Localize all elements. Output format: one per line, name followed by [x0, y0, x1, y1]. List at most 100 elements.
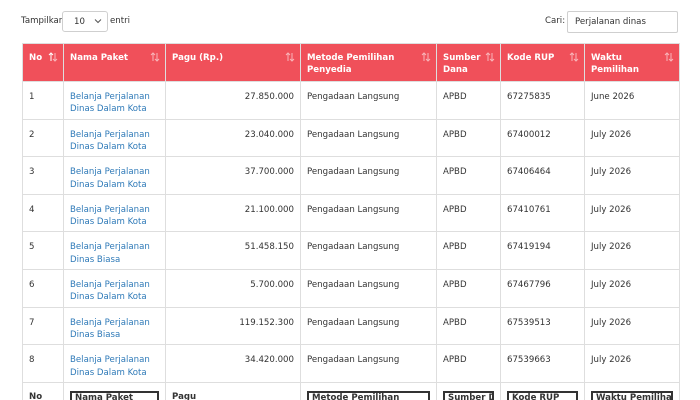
package-link[interactable]: Belanja Perjalanan Dinas Dalam Kota [70, 280, 150, 302]
table-row: 2 Belanja Perjalanan Dinas Dalam Kota 23.0… [22, 118, 680, 158]
sort-arrows-icon [285, 52, 295, 62]
cell-metode: Pengadaan Langsung [300, 306, 437, 346]
column-label: No [29, 53, 43, 63]
cell-sumber-dana: APBD [436, 118, 501, 158]
cell-sumber-dana: APBD [436, 306, 501, 346]
package-link[interactable]: Belanja Perjalanan Dinas Dalam Kota [70, 205, 150, 227]
cell-kode-rup: 67539663 [500, 344, 585, 383]
table-row: 5 Belanja Perjalanan Dinas Biasa 51.458.15… [22, 231, 680, 270]
cell-no: 3 [22, 156, 64, 195]
search-input[interactable] [567, 11, 678, 33]
cell-nama-paket: Belanja Perjalanan Dinas Biasa [63, 306, 166, 346]
cell-no: 5 [22, 231, 64, 270]
package-link[interactable]: Belanja Perjalanan Dinas Dalam Kota [70, 92, 150, 114]
cell-nama-paket: Belanja Perjalanan Dinas Dalam Kota [63, 193, 166, 233]
column-header-no[interactable]: No [22, 43, 64, 82]
cell-nama-paket: Belanja Perjalanan Dinas Dalam Kota [63, 268, 166, 308]
cell-sumber-dana: APBD [436, 156, 501, 195]
cell-no: 7 [22, 306, 64, 346]
column-label: Kode RUP [507, 53, 555, 63]
cell-waktu: July 2026 [584, 156, 680, 195]
cell-no: 8 [22, 344, 64, 383]
cell-metode: Pengadaan Langsung [300, 344, 437, 383]
cell-metode: Pengadaan Langsung [300, 118, 437, 158]
cell-metode: Pengadaan Langsung [300, 268, 437, 308]
length-label: Tampilkan [21, 16, 65, 26]
column-header-metode[interactable]: Metode Pemilihan Penyedia [300, 43, 437, 82]
column-label: Sumber Dana [443, 53, 481, 75]
sort-asc-icon [48, 52, 58, 62]
package-link[interactable]: Belanja Perjalanan Dinas Dalam Kota [70, 355, 150, 377]
package-link[interactable]: Belanja Perjalanan Dinas Biasa [70, 242, 150, 264]
package-link[interactable]: Belanja Perjalanan Dinas Dalam Kota [70, 167, 150, 189]
table-row: 6 Belanja Perjalanan Dinas Dalam Kota 5.70… [22, 268, 680, 308]
cell-no: 2 [22, 118, 64, 158]
filter-sumber-dana[interactable]: Sumber Dana [443, 390, 494, 400]
table-header-row: No Nama Paket Pagu (Rp.) Metode Pemiliha… [22, 43, 680, 82]
table-row: 4 Belanja Perjalanan Dinas Dalam Kota 21.1… [22, 193, 680, 233]
filter-nama-paket[interactable]: Nama Paket [70, 390, 159, 400]
footer-metode-cell: Metode Pemilihan [300, 381, 437, 400]
cell-waktu: July 2026 [584, 118, 680, 158]
cell-nama-paket: Belanja Perjalanan Dinas Dalam Kota [63, 118, 166, 158]
table-row: 7 Belanja Perjalanan Dinas Biasa 119.152.3… [22, 306, 680, 346]
footer-waktu-cell: Waktu Pemilihan [584, 381, 680, 400]
cell-nama-paket: Belanja Perjalanan Dinas Dalam Kota [63, 344, 166, 383]
cell-kode-rup: 67539513 [500, 306, 585, 346]
filter-waktu[interactable]: Waktu Pemilihan [591, 390, 673, 400]
footer-no: No [22, 381, 64, 400]
table-row: 3 Belanja Perjalanan Dinas Dalam Kota 37.7… [22, 156, 680, 195]
cell-sumber-dana: APBD [436, 193, 501, 233]
column-label: Pagu (Rp.) [172, 53, 224, 63]
cell-metode: Pengadaan Langsung [300, 231, 437, 270]
cell-sumber-dana: APBD [436, 268, 501, 308]
footer-pagu: Pagu [165, 381, 301, 400]
sort-arrows-icon [569, 52, 579, 62]
cell-nama-paket: Belanja Perjalanan Dinas Dalam Kota [63, 81, 166, 120]
cell-kode-rup: 67419194 [500, 231, 585, 270]
sort-arrows-icon [664, 52, 674, 62]
column-header-waktu[interactable]: Waktu Pemilihan [584, 43, 680, 82]
table-row: 8 Belanja Perjalanan Dinas Dalam Kota 34.4… [22, 344, 680, 383]
cell-kode-rup: 67400012 [500, 118, 585, 158]
column-header-pagu[interactable]: Pagu (Rp.) [165, 43, 301, 82]
cell-waktu: July 2026 [584, 231, 680, 270]
page-length-value: 10 [74, 17, 85, 27]
table-footer-row: No Nama Paket Pagu Metode Pemilihan Sumb… [22, 381, 680, 400]
cell-waktu: July 2026 [584, 268, 680, 308]
cell-metode: Pengadaan Langsung [300, 193, 437, 233]
cell-metode: Pengadaan Langsung [300, 156, 437, 195]
cell-pagu: 5.700.000 [165, 268, 301, 308]
package-link[interactable]: Belanja Perjalanan Dinas Dalam Kota [70, 130, 150, 152]
cell-pagu: 119.152.300 [165, 306, 301, 346]
column-label: Nama Paket [70, 53, 129, 63]
table-row: 1 Belanja Perjalanan Dinas Dalam Kota 27.8… [22, 81, 680, 120]
cell-pagu: 23.040.000 [165, 118, 301, 158]
cell-sumber-dana: APBD [436, 344, 501, 383]
column-header-nama-paket[interactable]: Nama Paket [63, 43, 166, 82]
cell-waktu: June 2026 [584, 81, 680, 120]
package-link[interactable]: Belanja Perjalanan Dinas Biasa [70, 318, 150, 340]
filter-kode-rup[interactable]: Kode RUP [507, 390, 578, 400]
chevron-down-icon [94, 19, 102, 24]
cell-waktu: July 2026 [584, 344, 680, 383]
column-header-kode-rup[interactable]: Kode RUP [500, 43, 585, 82]
cell-no: 1 [22, 81, 64, 120]
entries-label: entri [110, 16, 131, 26]
table-body: 1 Belanja Perjalanan Dinas Dalam Kota 27.8… [22, 81, 680, 383]
footer-nama-cell: Nama Paket [63, 381, 166, 400]
cell-sumber-dana: APBD [436, 81, 501, 120]
column-label: Metode Pemilihan Penyedia [307, 53, 395, 75]
cell-no: 6 [22, 268, 64, 308]
sort-arrows-icon [421, 52, 431, 62]
cell-kode-rup: 67467796 [500, 268, 585, 308]
cell-kode-rup: 67406464 [500, 156, 585, 195]
cell-waktu: July 2026 [584, 193, 680, 233]
filter-metode[interactable]: Metode Pemilihan [307, 390, 430, 400]
cell-pagu: 27.850.000 [165, 81, 301, 120]
page-length-select[interactable]: 10 [62, 11, 108, 32]
column-header-sumber-dana[interactable]: Sumber Dana [436, 43, 501, 82]
procurement-table: No Nama Paket Pagu (Rp.) Metode Pemiliha… [22, 43, 680, 400]
cell-kode-rup: 67410761 [500, 193, 585, 233]
footer-sumber-cell: Sumber Dana [436, 381, 501, 400]
